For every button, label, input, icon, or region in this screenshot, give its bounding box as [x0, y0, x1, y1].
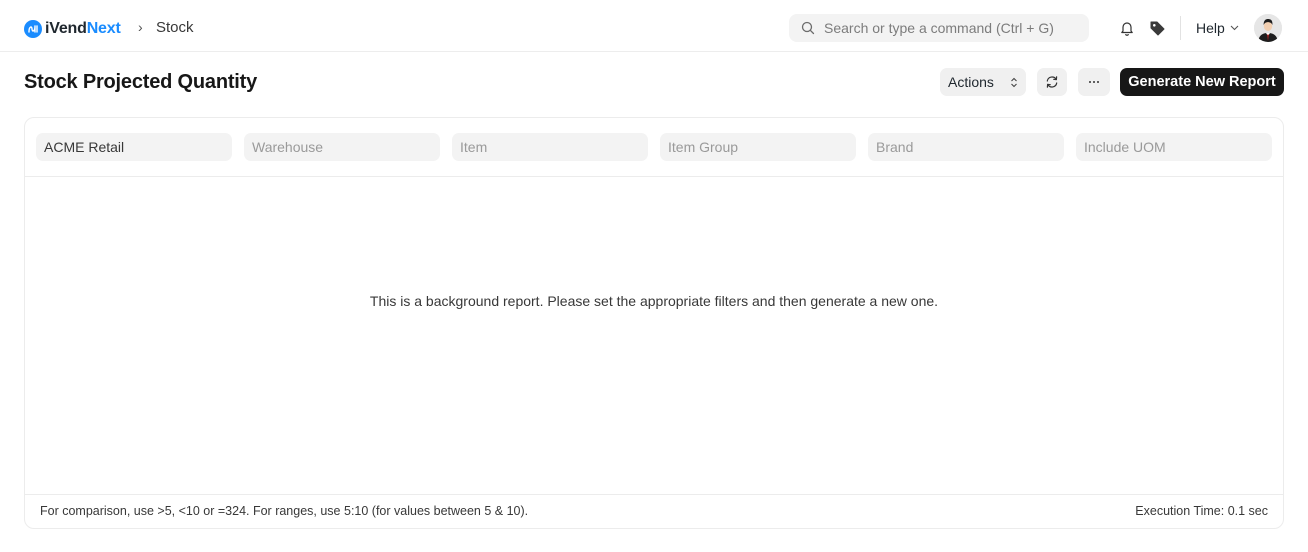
help-dropdown[interactable]: Help — [1196, 20, 1239, 36]
bell-icon[interactable] — [1118, 19, 1136, 37]
brand-name: iVendNext — [45, 20, 121, 38]
filter-bar — [25, 118, 1283, 177]
report-footer: For comparison, use >5, <10 or =324. For… — [25, 494, 1283, 528]
user-avatar[interactable] — [1254, 14, 1282, 42]
empty-report-message: This is a background report. Please set … — [369, 293, 939, 309]
execution-time: Execution Time: 0.1 sec — [1135, 504, 1268, 518]
search-icon — [801, 21, 815, 35]
breadcrumb-stock[interactable]: Stock — [156, 19, 194, 36]
chevron-up-down-icon — [1011, 77, 1017, 87]
navbar: iVendNext › Stock Help — [0, 0, 1308, 52]
actions-label: Actions — [948, 74, 994, 90]
warehouse-filter[interactable] — [244, 133, 440, 161]
item-filter[interactable] — [452, 133, 648, 161]
brand-filter[interactable] — [868, 133, 1064, 161]
chevron-down-icon — [1230, 25, 1239, 31]
more-options-button[interactable] — [1078, 68, 1110, 96]
navbar-divider — [1180, 16, 1181, 40]
filter-hint-text: For comparison, use >5, <10 or =324. For… — [40, 504, 529, 518]
help-label: Help — [1196, 20, 1225, 36]
brand-logo-icon — [24, 20, 42, 38]
refresh-button[interactable] — [1037, 68, 1067, 96]
generate-new-report-button[interactable]: Generate New Report — [1120, 68, 1284, 96]
brand-name-part2: Next — [86, 20, 121, 37]
report-card: This is a background report. Please set … — [24, 117, 1284, 529]
company-filter[interactable] — [36, 133, 232, 161]
brand-logo-link[interactable]: iVendNext — [24, 18, 121, 40]
breadcrumb-separator-icon: › — [138, 19, 143, 35]
item-group-filter[interactable] — [660, 133, 856, 161]
refresh-icon — [1046, 76, 1058, 88]
brand-name-part1: iVend — [45, 20, 87, 37]
tag-icon[interactable] — [1148, 19, 1166, 37]
more-icon — [1089, 81, 1099, 83]
include-uom-filter[interactable] — [1076, 133, 1272, 161]
search-bar[interactable] — [789, 14, 1089, 42]
page-title: Stock Projected Quantity — [24, 71, 258, 93]
search-input[interactable] — [824, 20, 1074, 36]
actions-button[interactable]: Actions — [940, 68, 1026, 96]
